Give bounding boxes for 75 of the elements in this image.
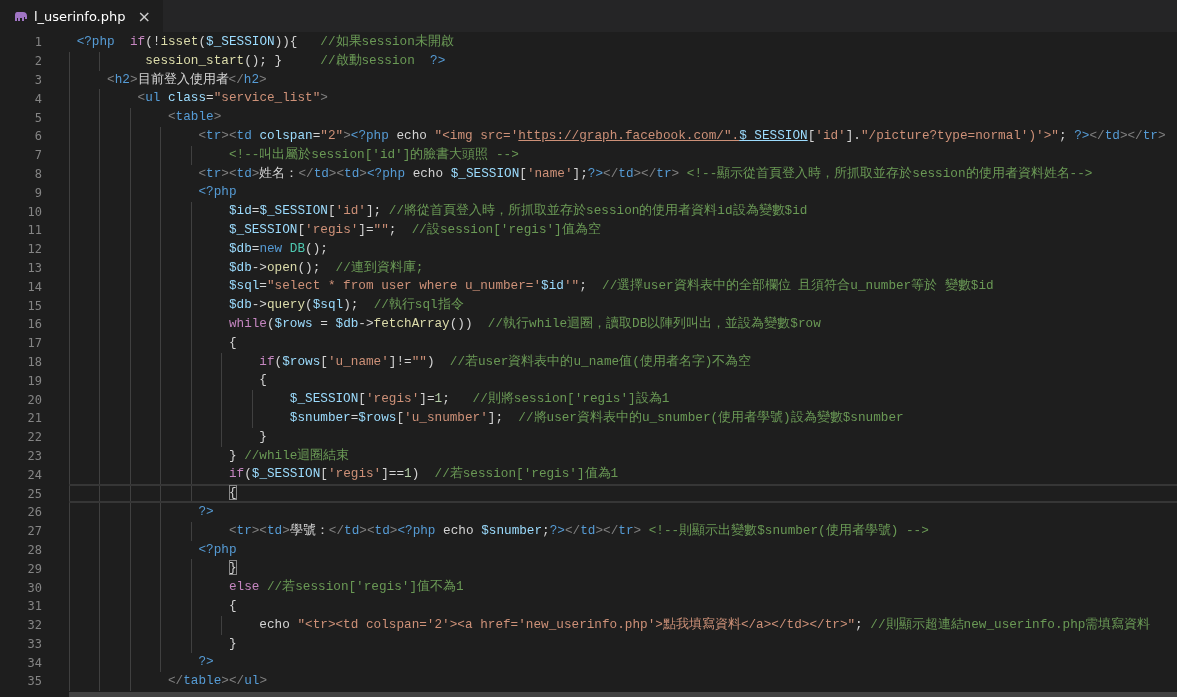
line-number: 25 bbox=[26, 486, 42, 501]
code-line: <?php if(!isset($_SESSION)){ //如果session未開啟 bbox=[69, 33, 1177, 52]
line-number: 15 bbox=[26, 298, 42, 313]
line-number: 29 bbox=[26, 561, 42, 576]
line-number: 12 bbox=[26, 242, 42, 257]
line-number: 27 bbox=[26, 524, 42, 539]
line-number: 10 bbox=[26, 204, 42, 219]
code-line: <!--叫出屬於session['id']的臉書大頭照 --> bbox=[69, 145, 1177, 165]
code-line: $db->query($sql); //執行sql指令 bbox=[69, 296, 1177, 315]
file-tab[interactable]: l_userinfo.php × bbox=[0, 0, 163, 32]
line-number: 9 bbox=[33, 185, 42, 200]
tab-filename: l_userinfo.php bbox=[34, 8, 126, 24]
line-number: 26 bbox=[26, 505, 42, 520]
code-line: $id=$_SESSION['id']; //將從首頁登入時，所抓取並存於session的使用者資料id設為變數$id bbox=[69, 202, 1177, 221]
code-line: <tr><td>學號：</td><td><?php echo $snumber;?></td></tr> <!--則顯示出變數$snumber(使用者學號) --> bbox=[69, 521, 1177, 541]
line-number: 11 bbox=[26, 223, 42, 238]
code-line: session_start(); } //啟動session ?> bbox=[69, 51, 1177, 71]
code-line: { bbox=[69, 596, 1177, 616]
code-line: $db->open(); //連到資料庫; bbox=[69, 258, 1177, 278]
line-number: 16 bbox=[26, 317, 42, 332]
line-number: 19 bbox=[26, 373, 42, 388]
line-number: 22 bbox=[26, 430, 42, 445]
line-number: 3 bbox=[33, 73, 42, 87]
line-number: 6 bbox=[33, 129, 42, 144]
line-number: 7 bbox=[33, 148, 42, 163]
line-number: 23 bbox=[26, 448, 42, 463]
code-line: <table> bbox=[69, 108, 1177, 127]
code-line: while($rows = $db->fetchArray()) //執行while迴圈，讀取DB以陣列叫出，並設為變數$row bbox=[69, 314, 1177, 334]
code-line: $_SESSION['regis']=1; //則將session['regis']設為1 bbox=[69, 390, 1177, 409]
code-line: <tr><td>姓名：</td><td><?php echo $_SESSION['name'];?></td></tr> <!--顯示從首頁登入時，所抓取並存於session的使用者資料姓名--> bbox=[69, 164, 1177, 184]
line-number: 13 bbox=[26, 260, 42, 275]
code-line: ?> bbox=[69, 502, 1177, 522]
line-number: 17 bbox=[26, 336, 42, 351]
code-line: echo "<tr><td colspan='2'><a href='new_userinfo.php'>點我填寫資料</a></td></tr>"; //則顯示超連結new_userinfo.php需填寫資料 bbox=[69, 615, 1177, 635]
line-number: 34 bbox=[26, 655, 42, 670]
code-line: if($_SESSION['regis']==1) //若session['regis']值為1 bbox=[69, 465, 1177, 485]
code-line: </table></ul> bbox=[69, 672, 1177, 691]
line-number: 30 bbox=[26, 580, 42, 595]
line-number: 31 bbox=[26, 599, 42, 614]
line-number: 28 bbox=[26, 542, 42, 557]
code-line: ?> bbox=[69, 653, 1177, 673]
line-number: 24 bbox=[26, 467, 42, 482]
code-line: { bbox=[69, 484, 1177, 503]
code-line: $_SESSION['regis']=""; //設session['regis']值為空 bbox=[69, 220, 1177, 240]
code-line: else //若session['regis']值不為1 bbox=[69, 578, 1177, 597]
line-number: 1 bbox=[33, 35, 42, 50]
code-line: <?php bbox=[69, 183, 1177, 203]
code-line: { bbox=[69, 333, 1177, 353]
line-number: 18 bbox=[26, 354, 42, 369]
code-line: } bbox=[69, 634, 1177, 654]
line-number: 5 bbox=[33, 110, 42, 125]
code-line: <ul class="service_list"> bbox=[69, 89, 1177, 109]
line-number: 20 bbox=[26, 392, 42, 407]
code-line: } bbox=[69, 559, 1177, 579]
code-line: { bbox=[69, 371, 1177, 391]
line-number: 8 bbox=[33, 166, 42, 181]
code-line: <?php bbox=[69, 540, 1177, 560]
code-line: if($rows['u_name']!="") //若user資料表中的u_name值(使用者名字)不為空 bbox=[69, 352, 1177, 372]
code-line: $sql="select * from user where u_number='$id'"; //選擇user資料表中的全部欄位 且須符合u_number等於 變數$id bbox=[69, 277, 1177, 297]
line-number: 21 bbox=[26, 411, 42, 426]
line-number: 4 bbox=[33, 91, 42, 106]
code-line: } //while迴圈結束 bbox=[69, 446, 1177, 466]
code-line: } bbox=[69, 427, 1177, 447]
line-number: 35 bbox=[26, 674, 42, 689]
close-icon[interactable]: × bbox=[137, 6, 151, 26]
line-number: 14 bbox=[26, 279, 42, 294]
code-line: <h2>目前登入使用者</h2> bbox=[69, 70, 1177, 90]
horizontal-scrollbar[interactable] bbox=[69, 692, 1177, 697]
code-line: $db=new DB(); bbox=[69, 239, 1177, 259]
elephant-icon bbox=[14, 10, 28, 22]
code-line: $snumber=$rows['u_snumber']; //將user資料表中的u_snumber(使用者學號)設為變數$snumber bbox=[69, 408, 1177, 428]
line-number: 33 bbox=[26, 636, 42, 651]
line-number: 2 bbox=[33, 54, 42, 69]
line-number: 32 bbox=[26, 618, 42, 633]
code-line: <tr><td colspan="2"><?php echo "<img src='https://graph.facebook.com/".$_SESSION['id']."/picture?type=normal')'>"; ?></td></tr> bbox=[69, 127, 1177, 146]
